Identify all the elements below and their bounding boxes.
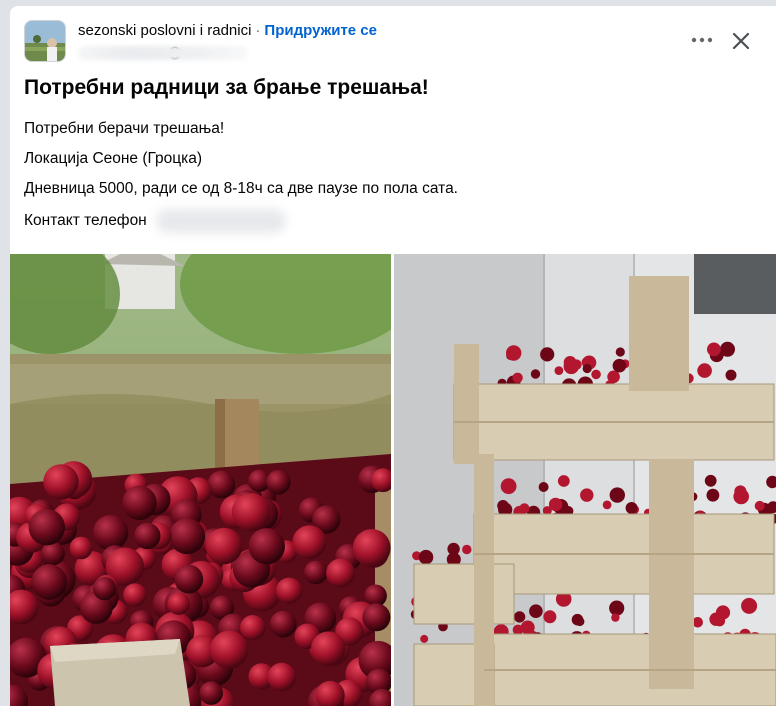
stacked-cherry-crates-photo[interactable]: [394, 254, 776, 706]
blurred-phone-number: [156, 209, 286, 233]
close-button[interactable]: [726, 26, 756, 56]
cherries-crate-garden-photo[interactable]: [10, 254, 391, 706]
more-options-button[interactable]: [686, 28, 718, 52]
close-icon: [732, 32, 750, 50]
post-title: Потребни радници за брање трешања!: [24, 76, 429, 100]
post-card: sezonski poslovni i radnici·Придружите с…: [10, 6, 776, 706]
join-group-link[interactable]: Придружите се: [264, 22, 377, 39]
post-text-line: Локација Сеоне (Гроцка): [24, 150, 202, 168]
group-avatar[interactable]: [24, 20, 66, 62]
separator-dot: ·: [255, 22, 260, 39]
post-text-line: Дневница 5000, ради се од 8-18ч са две п…: [24, 180, 458, 198]
post-text-line: Потребни берачи трешања!: [24, 120, 224, 138]
post-header: sezonski poslovni i radnici·Придружите с…: [78, 22, 377, 39]
blurred-author-info: [78, 46, 248, 60]
group-name-link[interactable]: sezonski poslovni i radnici: [78, 22, 251, 39]
post-meta: [78, 44, 182, 62]
more-options-icon: [691, 37, 713, 43]
post-text-line: Контакт телефон: [24, 212, 147, 230]
